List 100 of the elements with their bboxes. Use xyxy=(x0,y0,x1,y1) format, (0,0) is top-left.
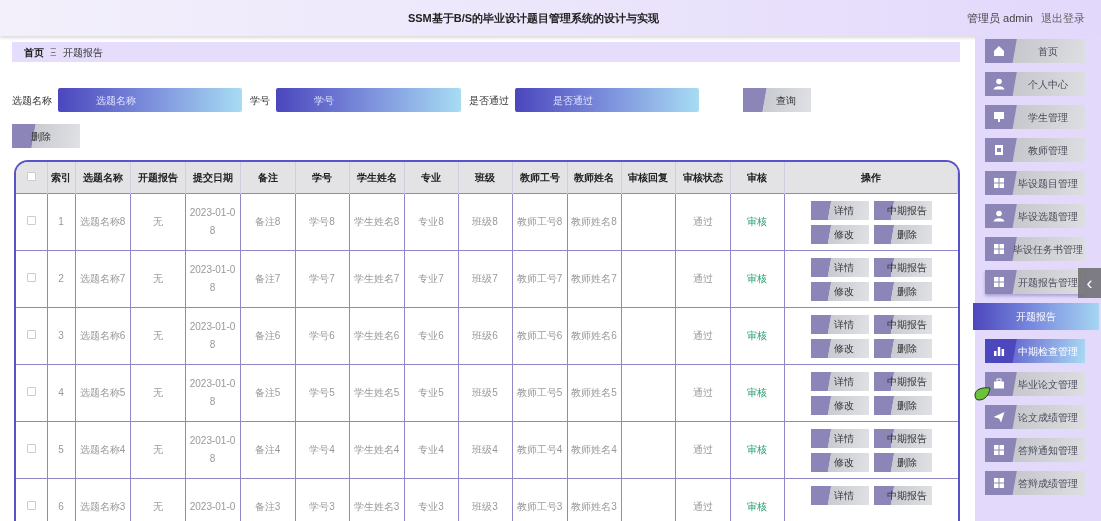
table-cell-text: 2023-01-08 xyxy=(189,433,236,466)
row-checkbox[interactable] xyxy=(26,387,36,396)
home-icon xyxy=(993,45,1005,57)
table-cell: 通过 xyxy=(692,215,713,228)
review-link[interactable]: 审核 xyxy=(747,444,767,455)
table-cell: 备注4 xyxy=(254,443,281,456)
sidebar-item[interactable]: 论文成绩管理 xyxy=(985,405,1085,429)
row-checkbox[interactable] xyxy=(26,330,36,339)
column-header: 教师姓名 xyxy=(574,171,614,183)
table-cell: 4 xyxy=(58,386,64,399)
column-header: 学号 xyxy=(312,171,332,183)
action-button[interactable]: 中期报告 xyxy=(873,257,932,277)
row-checkbox[interactable] xyxy=(26,171,36,181)
table-cell: 备注6 xyxy=(254,329,281,342)
action-button[interactable]: 修改 xyxy=(810,452,869,472)
column-header: 审核 xyxy=(747,171,767,183)
action-button[interactable]: 中期报告 xyxy=(873,371,932,391)
search-field[interactable]: 是否通过 xyxy=(515,88,699,112)
column-header: 开题报告 xyxy=(137,171,178,183)
sidebar-item[interactable]: 毕业论文管理 xyxy=(985,372,1085,396)
table-cell: 教师姓名7 xyxy=(571,272,617,285)
grid-icon xyxy=(993,276,1005,288)
action-button[interactable]: 删除 xyxy=(873,452,932,472)
action-button[interactable]: 修改 xyxy=(810,338,869,358)
table-cell: 学号4 xyxy=(309,443,335,456)
table-cell: 教师工号5 xyxy=(516,386,563,399)
action-button[interactable]: 中期报告 xyxy=(873,200,932,220)
action-button[interactable]: 详情 xyxy=(810,485,869,505)
table-cell: 通过 xyxy=(692,443,713,456)
action-button[interactable]: 中期报告 xyxy=(873,428,932,448)
breadcrumb-item[interactable]: 首页 xyxy=(24,44,44,60)
review-link[interactable]: 审核 xyxy=(747,501,767,513)
sidebar-item[interactable]: 个人中心 xyxy=(985,72,1085,96)
table-cell: 教师姓名3 xyxy=(571,500,617,514)
sidebar-item[interactable]: 答辩成绩管理 xyxy=(985,471,1085,495)
action-button[interactable]: 删除 xyxy=(873,224,932,244)
action-button[interactable]: 修改 xyxy=(810,395,869,415)
field-label: 学号 xyxy=(250,93,270,108)
review-link[interactable]: 审核 xyxy=(747,273,767,284)
table-cell: 教师姓名8 xyxy=(571,215,617,228)
table-cell: 专业7 xyxy=(418,272,444,285)
action-button[interactable]: 详情 xyxy=(810,314,869,334)
table-cell: 专业4 xyxy=(418,443,444,456)
table-cell: 专业5 xyxy=(418,386,444,399)
sidebar-item[interactable]: 毕设任务书管理 xyxy=(985,237,1085,261)
review-link[interactable]: 审核 xyxy=(747,387,767,398)
action-button[interactable]: 详情 xyxy=(810,428,869,448)
row-checkbox[interactable] xyxy=(26,501,36,511)
table-cell: 教师工号6 xyxy=(516,329,563,342)
table-cell: 选题名称4 xyxy=(79,443,126,456)
row-checkbox[interactable] xyxy=(26,216,36,225)
grid-icon xyxy=(993,444,1005,456)
action-button[interactable]: 修改 xyxy=(810,281,869,301)
action-button[interactable]: 修改 xyxy=(810,224,869,244)
search-field[interactable]: 选题名称 xyxy=(58,88,242,112)
action-button[interactable]: 删除 xyxy=(873,281,932,301)
table-cell: 通过 xyxy=(692,500,713,514)
search-button[interactable]: 查询 xyxy=(743,88,811,112)
table-cell: 通过 xyxy=(692,386,713,399)
sidebar-item[interactable]: 毕设选题管理 xyxy=(985,204,1085,228)
row-checkbox[interactable] xyxy=(26,273,36,282)
action-button[interactable]: 删除 xyxy=(873,338,932,358)
collapse-button[interactable]: ‹ xyxy=(1078,268,1101,298)
bar-chart-icon xyxy=(993,345,1005,357)
paper-plane-icon xyxy=(993,411,1005,423)
sidebar-item[interactable]: 教师管理 xyxy=(985,138,1085,162)
table-cell: 学生姓名3 xyxy=(353,500,400,514)
row-checkbox[interactable] xyxy=(26,444,36,453)
action-button[interactable]: 详情 xyxy=(810,371,869,391)
sidebar-item[interactable]: 首页 xyxy=(985,39,1085,63)
review-link[interactable]: 审核 xyxy=(747,216,767,227)
table-cell: 班级3 xyxy=(472,500,498,514)
monitor-icon xyxy=(993,111,1005,123)
table-cell: 6 xyxy=(58,500,64,514)
action-button[interactable]: 详情 xyxy=(810,257,869,277)
briefcase-icon xyxy=(993,378,1005,390)
action-button[interactable]: 删除 xyxy=(873,395,932,415)
field-label: 选题名称 xyxy=(12,93,52,108)
table-cell: 教师工号3 xyxy=(516,500,563,514)
logout-link[interactable]: 退出登录 xyxy=(1041,9,1085,27)
breadcrumb-item: 开题报告 xyxy=(62,45,103,60)
action-button[interactable]: 详情 xyxy=(810,200,869,220)
column-header: 审核状态 xyxy=(682,171,723,183)
table-cell: 班级4 xyxy=(472,443,498,456)
review-link[interactable]: 审核 xyxy=(747,330,767,341)
table-cell: 班级7 xyxy=(472,272,498,285)
search-field[interactable]: 学号 xyxy=(276,88,461,112)
action-button[interactable]: 中期报告 xyxy=(873,314,932,334)
table-cell: 选题名称8 xyxy=(79,215,126,228)
delete-button[interactable]: 删除 xyxy=(12,124,80,148)
sidebar-item[interactable]: 毕设题目管理 xyxy=(985,171,1085,195)
user-icon xyxy=(993,78,1005,90)
sidebar-item[interactable]: 学生管理 xyxy=(985,105,1085,129)
column-header: 提交日期 xyxy=(192,171,233,183)
table-cell: 无 xyxy=(152,215,163,228)
table-cell: 学号3 xyxy=(309,500,335,514)
table-cell: 3 xyxy=(58,329,64,342)
sidebar-item[interactable]: 答辩通知管理 xyxy=(985,438,1085,462)
action-button[interactable]: 中期报告 xyxy=(873,485,932,505)
table-cell: 1 xyxy=(58,215,64,228)
